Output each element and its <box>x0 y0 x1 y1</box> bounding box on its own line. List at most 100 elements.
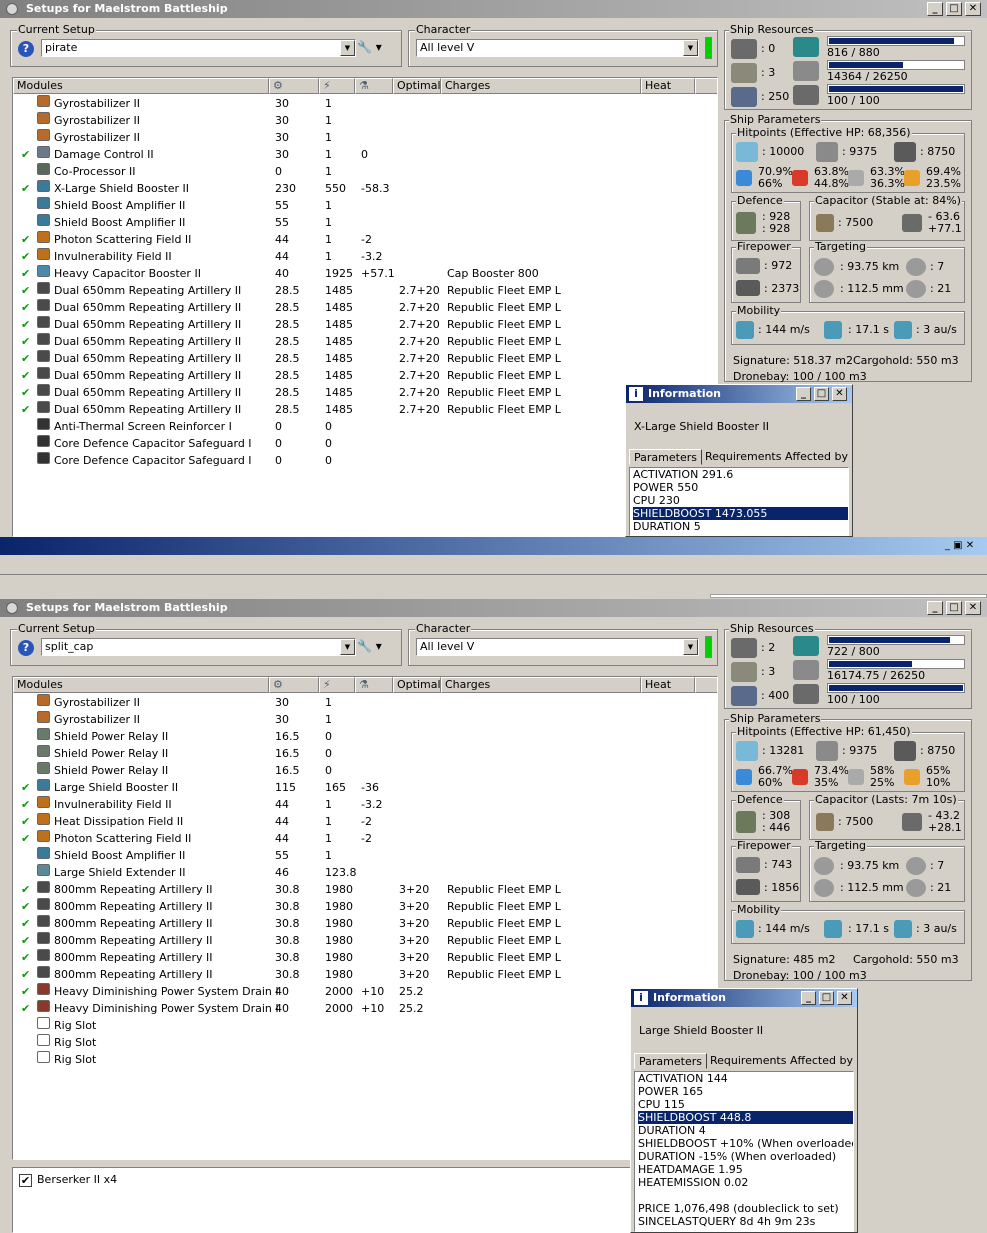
active-check-icon[interactable]: ✔ <box>21 881 30 898</box>
info-maximize-button[interactable]: □ <box>819 991 834 1005</box>
minimize-button[interactable]: _ <box>927 2 943 16</box>
active-check-icon[interactable]: ✔ <box>21 350 30 367</box>
active-check-icon[interactable]: ✔ <box>21 915 30 932</box>
character-select[interactable]: All level V ▼ <box>416 638 699 656</box>
module-row[interactable]: ✔ 800mm Repeating Artillery II 30.8 1980 3+2… <box>13 966 717 983</box>
module-row[interactable]: ✔ Photon Scattering Field II 44 1 -2 <box>13 830 717 847</box>
active-check-icon[interactable]: ✔ <box>21 830 30 847</box>
close-button[interactable]: ✕ <box>965 601 981 615</box>
module-row[interactable]: Shield Power Relay II 16.5 0 <box>13 728 717 745</box>
information-window[interactable]: i Information _ □ ✕ Large Shield Booster II Pa… <box>630 988 858 1233</box>
column-header-powergrid-icon[interactable]: ⚡ <box>319 677 355 693</box>
modules-table[interactable]: Modules ⚙ ⚡ ⚗ Optimal Charges Heat Gyrostabiliz… <box>12 676 718 1160</box>
tab-requirements[interactable]: Requirements <box>706 1053 790 1069</box>
information-window[interactable]: i Information _ □ ✕ X-Large Shield Booster II… <box>625 384 853 537</box>
active-check-icon[interactable]: ✔ <box>21 1000 30 1017</box>
info-parameter-line[interactable]: HEATEMISSION 0.02 <box>638 1176 853 1189</box>
info-close-button[interactable]: ✕ <box>832 387 847 401</box>
active-check-icon[interactable]: ✔ <box>21 231 30 248</box>
help-icon[interactable]: ? <box>18 640 34 656</box>
active-check-icon[interactable]: ✔ <box>21 949 30 966</box>
active-check-icon[interactable]: ✔ <box>21 265 30 282</box>
module-row[interactable]: Core Defence Capacitor Safeguard I 0 0 <box>13 452 717 469</box>
info-minimize-button[interactable]: _ <box>801 991 816 1005</box>
column-header[interactable]: Optimal <box>393 78 441 94</box>
module-row[interactable]: Gyrostabilizer II 30 1 <box>13 711 717 728</box>
info-parameters-list[interactable]: ACTIVATION 291.6 POWER 550 CPU 230 SHIELDBO… <box>629 467 849 536</box>
active-check-icon[interactable]: ✔ <box>21 384 30 401</box>
tab-affected-by[interactable]: Affected by <box>786 1053 857 1069</box>
info-parameter-line[interactable] <box>638 1189 853 1202</box>
module-row[interactable]: Gyrostabilizer II 30 1 <box>13 694 717 711</box>
column-header-cpu-icon[interactable]: ⚙ <box>269 677 319 693</box>
chevron-down-icon[interactable]: ▼ <box>683 40 698 56</box>
chevron-down-icon[interactable]: ▼ <box>340 40 355 56</box>
maximize-button[interactable]: □ <box>946 601 962 615</box>
info-parameter-line[interactable]: CPU 115 <box>638 1098 853 1111</box>
active-check-icon[interactable]: ✔ <box>21 401 30 418</box>
info-parameter-line[interactable]: HEATDAMAGE 1.95 <box>638 1163 853 1176</box>
info-parameters-list[interactable]: ACTIVATION 144 POWER 165 CPU 115 SHIELDBOOS… <box>634 1071 854 1232</box>
active-check-icon[interactable]: ✔ <box>21 966 30 983</box>
module-row[interactable]: ✔ Photon Scattering Field II 44 1 -2 <box>13 231 717 248</box>
information-titlebar[interactable]: i Information _ □ ✕ <box>631 989 857 1007</box>
module-row[interactable]: ✔ Dual 650mm Repeating Artillery II 28.5 14… <box>13 401 717 418</box>
module-row[interactable]: Large Shield Extender II 46 123.8 <box>13 864 717 881</box>
module-row[interactable]: ✔ Heavy Diminishing Power System Drain I4… <box>13 983 717 1000</box>
column-header-capacitor-icon[interactable]: ⚗ <box>355 78 393 94</box>
tab-requirements[interactable]: Requirements <box>701 449 785 465</box>
help-icon[interactable]: ? <box>18 41 34 57</box>
column-header[interactable]: Charges <box>441 677 641 693</box>
module-row[interactable]: Anti-Thermal Screen Reinforcer I 0 0 <box>13 418 717 435</box>
module-row[interactable]: ✔ Invulnerability Field II 44 1 -3.2 <box>13 248 717 265</box>
setup-select[interactable]: pirate ▼ <box>41 39 356 57</box>
active-check-icon[interactable]: ✔ <box>21 282 30 299</box>
active-check-icon[interactable]: ✔ <box>21 898 30 915</box>
information-titlebar[interactable]: i Information _ □ ✕ <box>626 385 852 403</box>
window-titlebar[interactable]: Setups for Maelstrom Battleship _ □ ✕ <box>0 599 987 617</box>
module-row[interactable]: ✔ Large Shield Booster II 115 165 -36 <box>13 779 717 796</box>
module-row[interactable]: ✔ Dual 650mm Repeating Artillery II 28.5 14… <box>13 299 717 316</box>
active-check-icon[interactable]: ✔ <box>21 299 30 316</box>
module-row[interactable]: Rig Slot <box>13 1051 717 1068</box>
info-parameter-line[interactable]: DURATION 4 <box>638 1124 853 1137</box>
module-row[interactable]: ✔ 800mm Repeating Artillery II 30.8 1980 3+2… <box>13 915 717 932</box>
column-header[interactable]: Optimal <box>393 677 441 693</box>
active-check-icon[interactable]: ✔ <box>21 367 30 384</box>
info-parameter-line[interactable]: CPU 230 <box>633 494 848 507</box>
module-row[interactable]: ✔ Heavy Capacitor Booster II 40 1925 +57.1 Ca… <box>13 265 717 282</box>
module-row[interactable]: ✔ Dual 650mm Repeating Artillery II 28.5 14… <box>13 350 717 367</box>
info-minimize-button[interactable]: _ <box>796 387 811 401</box>
column-header-cpu-icon[interactable]: ⚙ <box>269 78 319 94</box>
info-parameter-line[interactable]: SHIELDBOOST 448.8 <box>638 1111 853 1124</box>
chevron-down-icon[interactable]: ▼ <box>340 639 355 655</box>
active-check-icon[interactable]: ✔ <box>21 779 30 796</box>
active-check-icon[interactable]: ✔ <box>21 333 30 350</box>
maximize-button[interactable]: □ <box>946 2 962 16</box>
mdi-controls[interactable]: _ ▣ ✕ <box>945 539 985 553</box>
drones-panel[interactable]: ✔ Berserker II x4 <box>12 1167 718 1233</box>
module-row[interactable]: Rig Slot <box>13 1034 717 1051</box>
info-maximize-button[interactable]: □ <box>814 387 829 401</box>
module-row[interactable]: ✔ 800mm Repeating Artillery II 30.8 1980 3+2… <box>13 932 717 949</box>
character-select[interactable]: All level V ▼ <box>416 39 699 57</box>
column-header[interactable]: Heat <box>641 78 695 94</box>
info-parameter-line[interactable]: ACTIVATION 144 <box>638 1072 853 1085</box>
module-row[interactable]: Shield Power Relay II 16.5 0 <box>13 745 717 762</box>
info-parameter-line[interactable]: POWER 550 <box>633 481 848 494</box>
module-row[interactable]: Gyrostabilizer II 30 1 <box>13 112 717 129</box>
module-row[interactable]: Gyrostabilizer II 30 1 <box>13 95 717 112</box>
window-titlebar[interactable]: Setups for Maelstrom Battleship _ □ ✕ <box>0 0 987 18</box>
module-row[interactable]: ✔ Dual 650mm Repeating Artillery II 28.5 14… <box>13 333 717 350</box>
module-row[interactable]: Rig Slot <box>13 1017 717 1034</box>
module-row[interactable]: Core Defence Capacitor Safeguard I 0 0 <box>13 435 717 452</box>
column-header-capacitor-icon[interactable]: ⚗ <box>355 677 393 693</box>
module-row[interactable]: ✔ 800mm Repeating Artillery II 30.8 1980 3+2… <box>13 949 717 966</box>
tab-affected-by[interactable]: Affected by <box>781 449 852 465</box>
module-row[interactable]: ✔ Damage Control II 30 1 0 <box>13 146 717 163</box>
info-close-button[interactable]: ✕ <box>837 991 852 1005</box>
module-row[interactable]: ✔ Dual 650mm Repeating Artillery II 28.5 14… <box>13 367 717 384</box>
module-row[interactable]: ✔ Dual 650mm Repeating Artillery II 28.5 14… <box>13 282 717 299</box>
active-check-icon[interactable]: ✔ <box>21 932 30 949</box>
active-check-icon[interactable]: ✔ <box>21 813 30 830</box>
